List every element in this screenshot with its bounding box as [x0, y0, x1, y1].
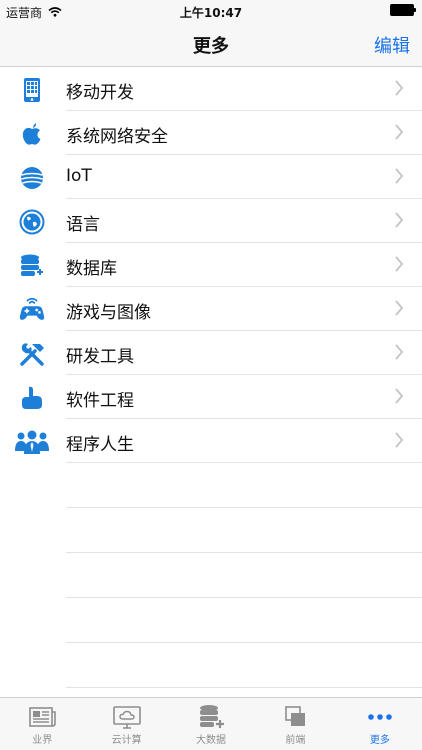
empty-row [0, 643, 422, 688]
software-icon [18, 384, 46, 412]
list-item-software-engineering[interactable]: 软件工程 [0, 375, 422, 419]
chevron-right-icon [395, 300, 404, 316]
database-icon [18, 252, 46, 280]
tab-label: 云计算 [111, 735, 142, 746]
chevron-right-icon [395, 388, 404, 404]
list-item-label: 移动开发 [66, 83, 134, 103]
empty-row [0, 553, 422, 598]
edit-button[interactable]: 编辑 [374, 32, 410, 58]
globe-icon [18, 208, 46, 236]
list-item-iot[interactable]: IoT [0, 155, 422, 199]
tab-frontend[interactable]: 前端 [253, 698, 337, 750]
list-item-label: 语言 [66, 215, 100, 235]
list-item-label: IoT [66, 166, 92, 186]
list-item-label: 游戏与图像 [66, 303, 151, 323]
list-item-games-graphics[interactable]: 游戏与图像 [0, 287, 422, 331]
more-dots-icon [368, 714, 392, 720]
list-item-dev-tools[interactable]: 研发工具 [0, 331, 422, 375]
status-right [390, 4, 416, 16]
tools-icon [18, 340, 46, 368]
battery-icon [390, 4, 416, 16]
empty-row [0, 463, 422, 508]
list-item-label: 系统网络安全 [66, 127, 168, 147]
tab-big-data[interactable]: 大数据 [169, 698, 253, 750]
list-item-database[interactable]: 数据库 [0, 243, 422, 287]
list-item-label: 程序人生 [66, 435, 134, 455]
category-list: 移动开发 系统网络安全 IoT 语言 数据库 游戏与图像 研发工具 软件工程 程… [0, 67, 422, 698]
chevron-right-icon [395, 80, 404, 96]
nav-bar: 更多 编辑 [0, 22, 422, 67]
mobile-icon [18, 76, 46, 104]
list-item-label: 研发工具 [66, 347, 134, 367]
tab-industry[interactable]: 业界 [0, 698, 84, 750]
empty-row [0, 508, 422, 553]
chevron-right-icon [395, 344, 404, 360]
apple-icon [18, 120, 46, 148]
chevron-right-icon [395, 256, 404, 272]
gamepad-icon [18, 296, 46, 324]
screen: 运营商 上午10:47 更多 编辑 移动开发 系统网络安全 IoT 语言 数据库… [0, 0, 422, 750]
list-item-label: 软件工程 [66, 391, 134, 411]
tab-more[interactable]: 更多 [338, 698, 422, 750]
iot-globe-icon [18, 164, 46, 192]
empty-row [0, 598, 422, 643]
status-bar: 运营商 上午10:47 [0, 0, 422, 22]
tab-cloud-computing[interactable]: 云计算 [84, 698, 168, 750]
tab-bar: 业界 云计算 大数据 前端 更多 [0, 697, 422, 750]
list-item-language[interactable]: 语言 [0, 199, 422, 243]
tab-label: 大数据 [196, 735, 227, 746]
status-time: 上午10:47 [179, 6, 243, 20]
chevron-right-icon [395, 168, 404, 184]
chevron-right-icon [395, 212, 404, 228]
database-add-icon [200, 705, 225, 728]
page-title: 更多 [193, 36, 229, 57]
tab-label: 业界 [32, 735, 53, 746]
list-item-mobile-dev[interactable]: 移动开发 [0, 67, 422, 111]
newspaper-icon [29, 707, 57, 727]
chevron-right-icon [395, 124, 404, 140]
list-item-programmer-life[interactable]: 程序人生 [0, 419, 422, 463]
chevron-right-icon [395, 432, 404, 448]
list-item-label: 数据库 [66, 259, 117, 279]
layers-icon [285, 706, 306, 726]
people-icon [14, 428, 50, 456]
row-separator [66, 687, 422, 688]
tab-label: 更多 [369, 735, 390, 746]
cloud-monitor-icon [112, 706, 141, 729]
list-item-system-security[interactable]: 系统网络安全 [0, 111, 422, 155]
tab-label: 前端 [285, 735, 306, 746]
